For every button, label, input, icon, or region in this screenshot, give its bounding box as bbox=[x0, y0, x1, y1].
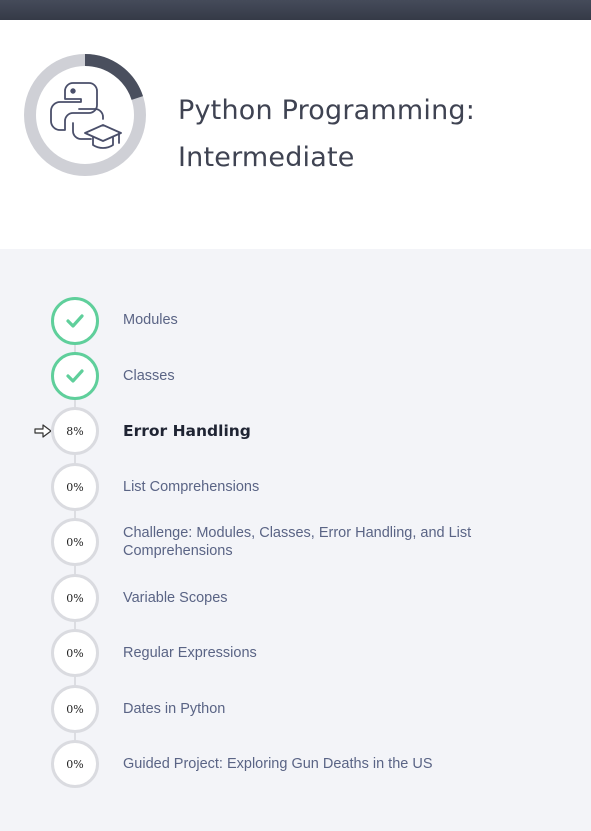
lesson-modules[interactable]: Modules bbox=[123, 311, 543, 329]
lesson-error-handling[interactable]: Error Handling bbox=[123, 422, 543, 440]
current-lesson-pointer-icon bbox=[34, 424, 52, 438]
lesson-status-complete[interactable] bbox=[51, 352, 99, 400]
lesson-regular-expressions[interactable]: Regular Expressions bbox=[123, 644, 543, 662]
check-icon bbox=[66, 369, 84, 383]
course-title-line-1: Python Programming: bbox=[178, 95, 476, 126]
lesson-progress-badge[interactable]: 8% bbox=[51, 407, 99, 455]
lesson-guided-project[interactable]: Guided Project: Exploring Gun Deaths in … bbox=[123, 755, 543, 773]
check-icon bbox=[66, 314, 84, 328]
lesson-progress-badge[interactable]: 0% bbox=[51, 463, 99, 511]
python-course-icon bbox=[50, 82, 122, 149]
top-bar bbox=[0, 0, 591, 20]
lesson-classes[interactable]: Classes bbox=[123, 367, 543, 385]
course-title: Python Programming: Intermediate bbox=[178, 87, 475, 181]
lesson-progress-badge[interactable]: 0% bbox=[51, 629, 99, 677]
lesson-variable-scopes[interactable]: Variable Scopes bbox=[123, 589, 543, 607]
lesson-dates-in-python[interactable]: Dates in Python bbox=[123, 700, 543, 718]
lesson-challenge[interactable]: Challenge: Modules, Classes, Error Handl… bbox=[123, 524, 543, 560]
lesson-progress-badge[interactable]: 0% bbox=[51, 518, 99, 566]
course-progress-ring bbox=[24, 54, 146, 176]
lesson-progress-badge[interactable]: 0% bbox=[51, 740, 99, 788]
lesson-progress-badge[interactable]: 0% bbox=[51, 685, 99, 733]
course-title-line-2: Intermediate bbox=[178, 142, 355, 173]
lesson-progress-badge[interactable]: 0% bbox=[51, 574, 99, 622]
lesson-status-complete[interactable] bbox=[51, 297, 99, 345]
lesson-list-comprehensions[interactable]: List Comprehensions bbox=[123, 478, 543, 496]
